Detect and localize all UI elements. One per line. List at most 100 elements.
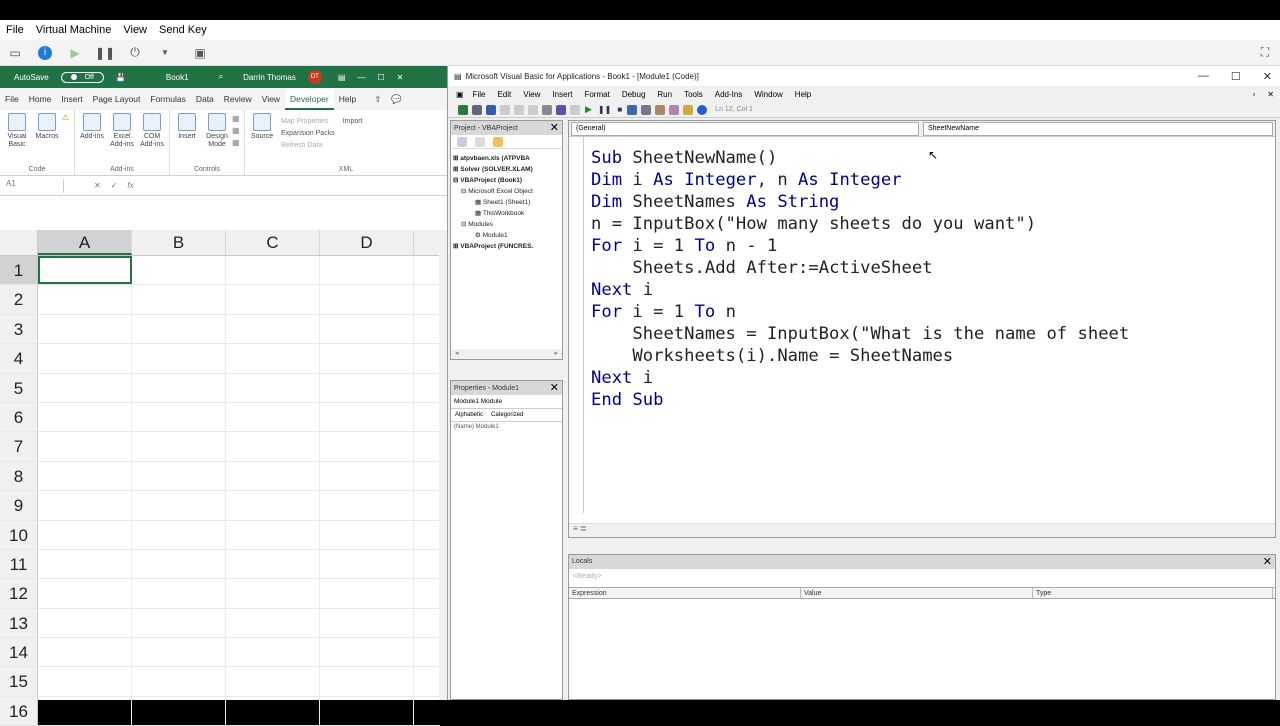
close-icon[interactable]: ✕: [397, 73, 404, 82]
cell[interactable]: [320, 520, 414, 549]
locals-close-icon[interactable]: ✕: [1263, 555, 1272, 569]
map-properties-button[interactable]: Map Properties: [281, 116, 335, 128]
cell[interactable]: [132, 373, 226, 402]
code-line[interactable]: Sub SheetNewName(): [591, 147, 1129, 169]
find-icon[interactable]: [542, 104, 552, 115]
column-header-d[interactable]: D: [320, 230, 414, 255]
cell[interactable]: [38, 608, 132, 638]
cell[interactable]: [226, 696, 320, 726]
com-addins-button[interactable]: COM Add-ins: [137, 113, 167, 149]
vba-menu-debug[interactable]: Debug: [616, 90, 652, 99]
cell[interactable]: [320, 667, 414, 696]
row-header[interactable]: 2: [0, 285, 38, 314]
cell[interactable]: [226, 256, 320, 285]
vba-menu-window[interactable]: Window: [748, 90, 788, 99]
cell[interactable]: [226, 344, 320, 373]
mdi-restore-icon[interactable]: ▫: [1246, 90, 1261, 99]
vba-menu-tools[interactable]: Tools: [678, 90, 709, 99]
cell[interactable]: [226, 491, 320, 520]
vba-menu-insert[interactable]: Insert: [546, 90, 578, 99]
row-header[interactable]: 12: [0, 579, 38, 608]
cell[interactable]: [38, 638, 132, 667]
sheet-vertical-scrollbar[interactable]: [439, 230, 447, 700]
paste-icon[interactable]: [528, 104, 538, 115]
vm-computer-icon[interactable]: ▭: [5, 43, 25, 63]
code-line[interactable]: Worksheets(i).Name = SheetNames: [591, 345, 1129, 367]
vba-menu-help[interactable]: Help: [789, 90, 817, 99]
cell[interactable]: [132, 432, 226, 461]
property-name-row[interactable]: (Name) Module1: [451, 422, 562, 432]
locals-col-value[interactable]: Value: [801, 588, 1033, 598]
cell[interactable]: [38, 461, 132, 491]
cell[interactable]: [320, 432, 414, 461]
row-header[interactable]: 16: [0, 696, 38, 726]
code-line[interactable]: For i = 1 To n: [591, 301, 1129, 323]
code-line[interactable]: Sheets.Add After:=ActiveSheet: [591, 257, 1129, 279]
tree-item-funcres[interactable]: ⊞ VBAProject (FUNCRES.: [453, 241, 560, 252]
vba-minimize-icon[interactable]: —: [1198, 70, 1209, 82]
cell[interactable]: [38, 549, 132, 579]
view-object-icon[interactable]: [475, 136, 485, 147]
cell[interactable]: [38, 696, 132, 726]
locals-col-expression[interactable]: Expression: [569, 588, 801, 598]
code-editor[interactable]: Sub SheetNewName() Dim i As Integer, n As…: [591, 147, 1129, 411]
properties-object-combo[interactable]: Module1 Module: [451, 395, 562, 409]
vba-close-icon[interactable]: ✕: [1263, 70, 1272, 83]
vba-maximize-icon[interactable]: ☐: [1231, 70, 1241, 83]
cell[interactable]: [320, 579, 414, 608]
cell[interactable]: [226, 667, 320, 696]
row-header[interactable]: 4: [0, 344, 38, 373]
ribbon-display-icon[interactable]: ▤: [338, 73, 346, 82]
cell[interactable]: [226, 579, 320, 608]
vm-pause-icon[interactable]: ❚❚: [95, 43, 115, 63]
formula-input[interactable]: [142, 179, 447, 193]
code-hscroll[interactable]: ≡ ≣: [569, 523, 1275, 537]
share-icon[interactable]: ⇧: [369, 88, 386, 110]
row-header[interactable]: 9: [0, 491, 38, 520]
cell[interactable]: [38, 491, 132, 520]
cell[interactable]: [226, 638, 320, 667]
tab-categorized[interactable]: Categorized: [487, 409, 527, 421]
object-combo[interactable]: (General): [571, 122, 919, 136]
cell[interactable]: [226, 285, 320, 314]
cell[interactable]: [132, 491, 226, 520]
enter-icon[interactable]: ✓: [111, 181, 118, 190]
cell[interactable]: [132, 461, 226, 491]
cell[interactable]: [320, 344, 414, 373]
column-header-c[interactable]: C: [226, 230, 320, 255]
design-mode-button[interactable]: Design Mode: [202, 113, 232, 149]
autosave-toggle[interactable]: Off: [60, 71, 104, 83]
source-button[interactable]: Source: [247, 113, 277, 155]
tab-alphabetic[interactable]: Alphabetic: [451, 409, 488, 421]
cell[interactable]: [38, 432, 132, 461]
active-cell[interactable]: [38, 256, 132, 285]
macro-security-warning-icon[interactable]: ⚠: [62, 113, 72, 149]
reset-icon[interactable]: ■: [617, 105, 622, 114]
name-box[interactable]: A1: [0, 178, 64, 193]
tab-review[interactable]: Review: [219, 88, 257, 110]
cell[interactable]: [320, 549, 414, 579]
tab-page-layout[interactable]: Page Layout: [88, 88, 146, 110]
select-all-corner[interactable]: [0, 230, 38, 255]
break-icon[interactable]: ❚❚: [598, 105, 611, 114]
vm-play-icon[interactable]: ▶: [65, 43, 85, 63]
vba-menu-run[interactable]: Run: [651, 90, 678, 99]
vba-menu-view[interactable]: View: [517, 90, 546, 99]
tree-item-vbaproject-book1[interactable]: ⊟ VBAProject (Book1): [453, 175, 560, 186]
vm-dropdown-icon[interactable]: ▼: [155, 43, 175, 63]
cell[interactable]: [38, 402, 132, 432]
row-header[interactable]: 8: [0, 461, 38, 491]
cell[interactable]: [132, 314, 226, 344]
excel-addins-button[interactable]: Excel Add-ins: [107, 113, 137, 149]
fx-label[interactable]: fx: [127, 181, 133, 190]
design-mode-vba-icon[interactable]: [627, 104, 638, 115]
row-header[interactable]: 11: [0, 549, 38, 579]
row-header[interactable]: 13: [0, 608, 38, 638]
row-header[interactable]: 15: [0, 667, 38, 696]
cell[interactable]: [132, 579, 226, 608]
search-icon[interactable]: ⌕: [219, 72, 223, 82]
cell[interactable]: [38, 373, 132, 402]
insert-module-icon[interactable]: [472, 104, 482, 115]
tab-insert[interactable]: Insert: [56, 88, 87, 110]
cell[interactable]: [132, 549, 226, 579]
